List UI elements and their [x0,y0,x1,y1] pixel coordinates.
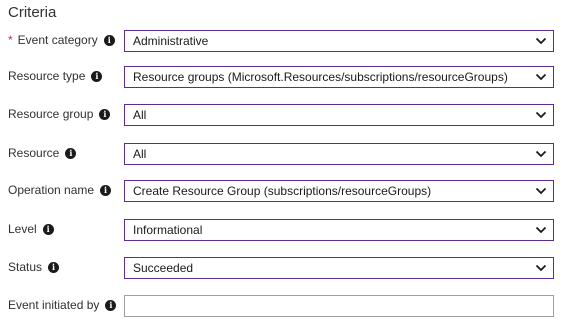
chevron-down-icon [535,226,547,234]
chevron-down-icon [535,111,547,119]
field-resource-group: Resource group i All [0,104,564,126]
event-category-label-group: * Event category i [8,33,115,47]
operation-name-label-group: Operation name i [8,183,112,197]
event-category-value: Administrative [133,34,209,48]
info-icon[interactable]: i [42,223,54,235]
event-initiated-by-label-group: Event initiated by i [8,298,117,312]
status-label-group: Status i [8,260,60,274]
status-select[interactable]: Succeeded [124,257,554,279]
resource-type-value: Resource groups (Microsoft.Resources/sub… [133,70,508,84]
chevron-down-icon [535,187,547,195]
resource-type-select[interactable]: Resource groups (Microsoft.Resources/sub… [124,66,554,88]
info-icon[interactable]: i [99,108,111,120]
info-icon[interactable]: i [91,70,103,82]
resource-label: Resource [8,146,60,160]
info-icon[interactable]: i [65,147,77,159]
field-resource: Resource i All [0,143,564,165]
required-marker: * [8,33,13,47]
chevron-down-icon [535,150,547,158]
event-category-select[interactable]: Administrative [124,30,554,52]
chevron-down-icon [535,37,547,45]
status-label: Status [8,260,43,274]
field-operation-name: Operation name i Create Resource Group (… [0,180,564,202]
operation-name-label: Operation name [8,183,95,197]
field-event-initiated-by: Event initiated by i [0,295,564,317]
resource-group-label: Resource group [8,107,94,121]
resource-label-group: Resource i [8,146,77,160]
event-category-label: Event category [17,33,98,47]
resource-select[interactable]: All [124,143,554,165]
field-level: Level i Informational [0,219,564,241]
info-icon[interactable]: i [103,34,115,46]
field-status: Status i Succeeded [0,257,564,279]
status-value: Succeeded [133,261,194,275]
level-select[interactable]: Informational [124,219,554,241]
section-title: Criteria [8,4,57,21]
operation-name-select[interactable]: Create Resource Group (subscriptions/res… [124,180,554,202]
resource-group-select[interactable]: All [124,104,554,126]
field-resource-type: Resource type i Resource groups (Microso… [0,66,564,88]
resource-type-label: Resource type [8,69,86,83]
resource-type-label-group: Resource type i [8,69,103,83]
resource-group-value: All [133,108,147,122]
field-event-category: * Event category i Administrative [0,30,564,52]
level-value: Informational [133,223,203,237]
level-label: Level [8,222,37,236]
level-label-group: Level i [8,222,54,236]
info-icon[interactable]: i [105,299,117,311]
info-icon[interactable]: i [48,261,60,273]
chevron-down-icon [535,264,547,272]
event-initiated-by-input[interactable] [124,295,554,317]
chevron-down-icon [535,73,547,81]
event-initiated-by-label: Event initiated by [8,298,100,312]
info-icon[interactable]: i [100,184,112,196]
resource-group-label-group: Resource group i [8,107,111,121]
resource-value: All [133,147,147,161]
operation-name-value: Create Resource Group (subscriptions/res… [133,184,432,198]
